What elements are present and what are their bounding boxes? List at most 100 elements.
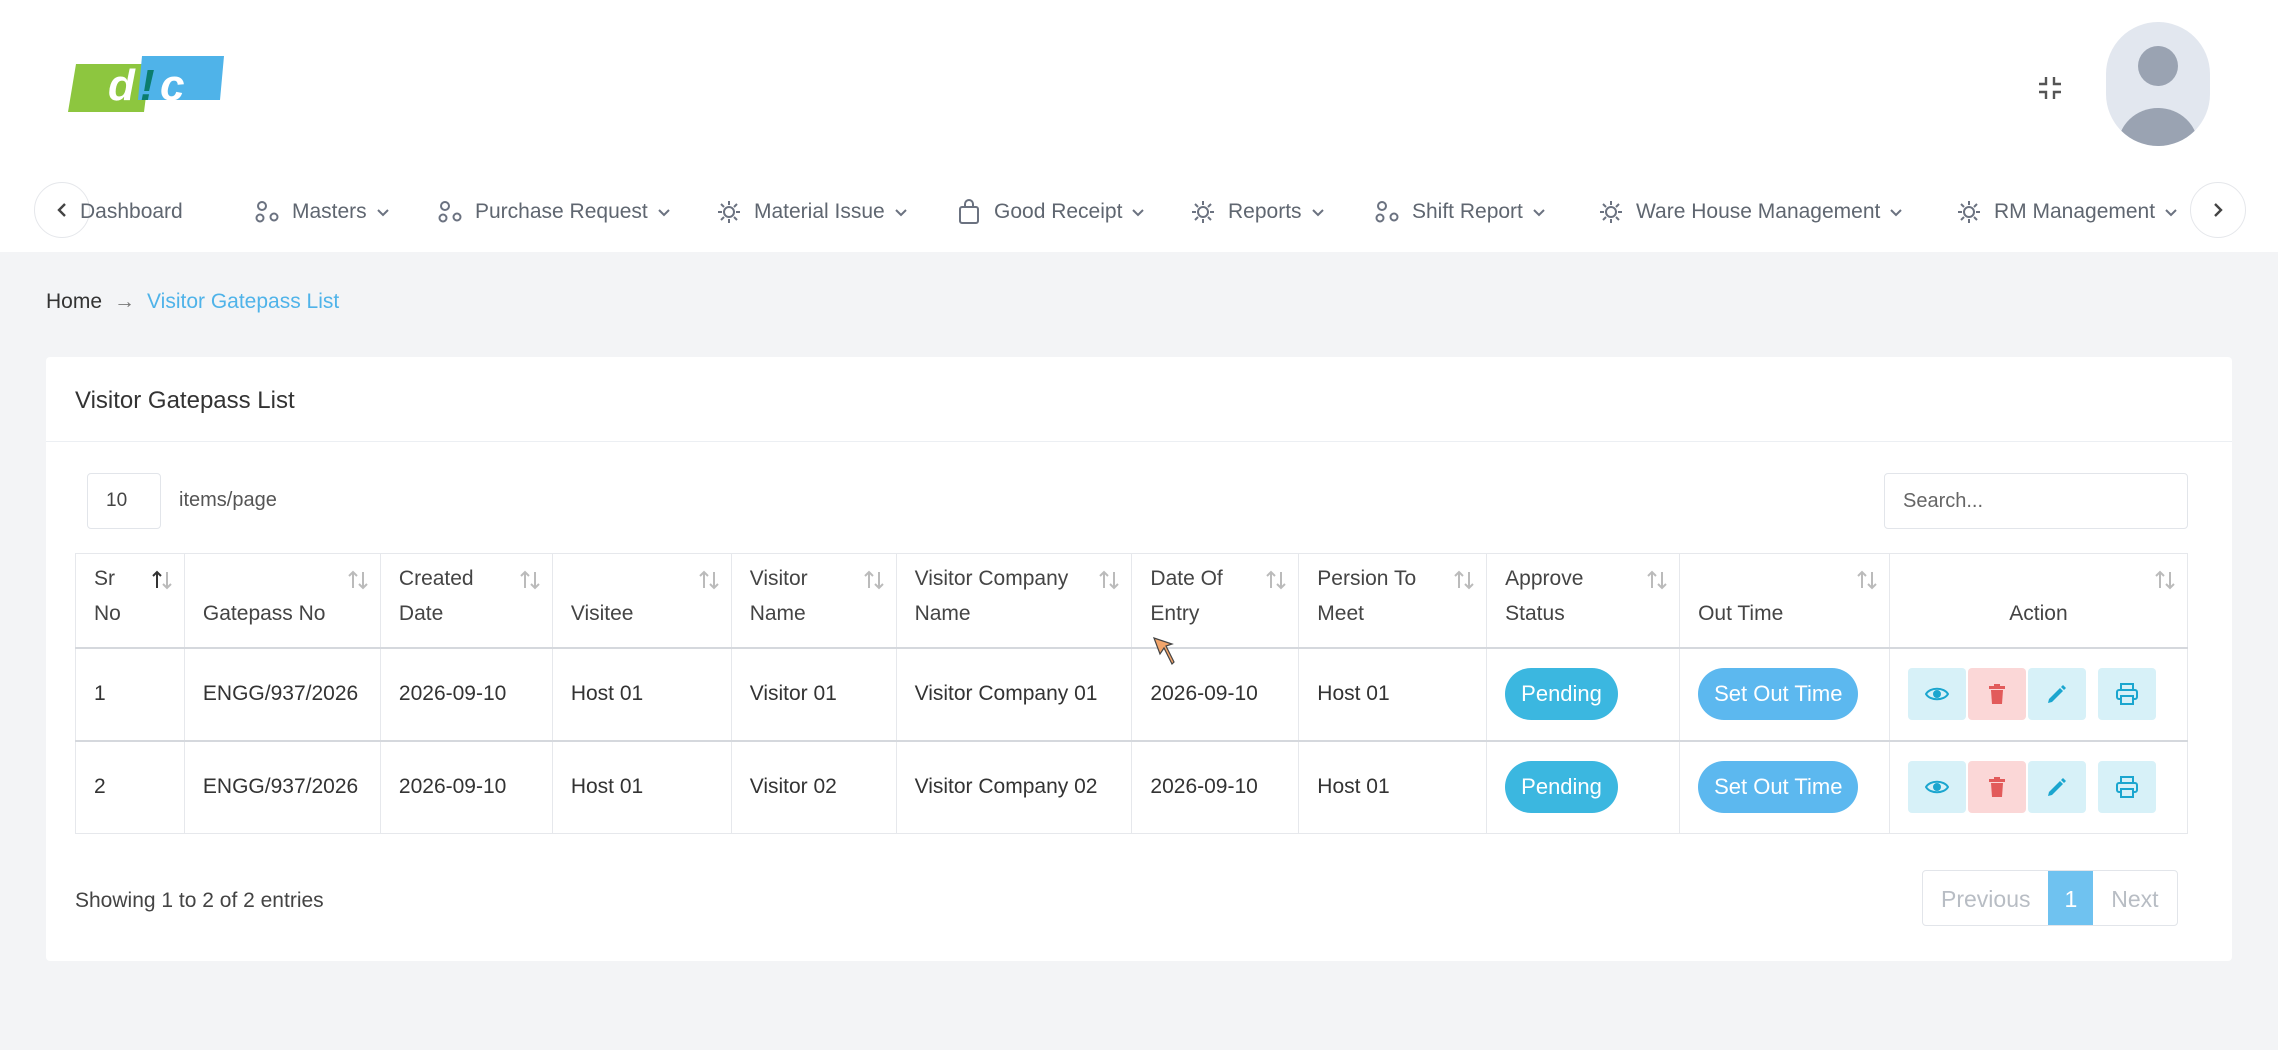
gear-icon xyxy=(1958,201,1980,223)
breadcrumb-separator: → xyxy=(114,290,136,313)
sort-icon xyxy=(698,570,719,590)
cell-date-of-entry: 2026-09-10 xyxy=(1131,739,1300,834)
previous-page-button[interactable]: Previous xyxy=(1923,871,2048,925)
nav-item-ware-house-management[interactable]: Ware House Management xyxy=(1598,194,1904,230)
column-header-out-time[interactable]: Out Time xyxy=(1679,553,1890,648)
eye-icon xyxy=(1924,687,1949,701)
cell-out-time: Set Out Time xyxy=(1679,739,1890,834)
breadcrumb-home-link[interactable]: Home xyxy=(46,290,102,314)
printer-icon xyxy=(2115,683,2138,705)
table-header-row: Sr No Gatepass No Created Date Visitee Vis… xyxy=(75,553,2189,648)
cell-sr-no: 1 xyxy=(75,646,185,741)
nodes-icon xyxy=(255,201,279,223)
items-per-page-select[interactable]: 10 xyxy=(87,473,161,529)
nav-item-dashboard[interactable]: Dashboard xyxy=(80,194,183,230)
cell-created-date: 2026-09-10 xyxy=(379,646,553,741)
eye-icon xyxy=(1924,781,1949,794)
nav-item-shift-report[interactable]: Shift Report xyxy=(1374,194,1547,230)
mouse-cursor-icon xyxy=(1152,637,1175,666)
set-out-time-button[interactable]: Set Out Time xyxy=(1698,761,1859,814)
column-header-visitor-company-name[interactable]: Visitor Company Name xyxy=(895,553,1133,648)
cell-visitor-name: Visitor 01 xyxy=(730,646,897,741)
nav-item-label: Dashboard xyxy=(80,200,183,223)
cell-visitor-company: Visitor Company 02 xyxy=(895,739,1133,834)
column-header-approve-status[interactable]: Approve Status xyxy=(1486,553,1681,648)
delete-button[interactable] xyxy=(1967,668,2026,720)
gear-icon xyxy=(1192,201,1214,223)
nav-item-label: Good Receipt xyxy=(994,200,1123,223)
nav-item-label: Material Issue xyxy=(754,200,885,223)
nav-item-good-receipt[interactable]: Good Receipt xyxy=(956,194,1146,230)
sort-icon xyxy=(348,570,368,590)
next-page-button[interactable]: Next xyxy=(2093,871,2176,925)
cell-created-date: 2026-09-10 xyxy=(379,739,553,834)
print-button[interactable] xyxy=(2097,761,2156,814)
breadcrumb-current: Visitor Gatepass List xyxy=(147,290,340,313)
page-1-button[interactable]: 1 xyxy=(2048,871,2094,925)
cell-approve-status: Pending xyxy=(1486,646,1681,741)
cell-visitee: Host 01 xyxy=(551,739,732,834)
nav-item-reports[interactable]: Reports xyxy=(1190,194,1326,230)
table-row: 2 ENGG/937/2026 2026-09-10 Host 01 Visit… xyxy=(75,739,2189,834)
view-button[interactable] xyxy=(1907,668,1966,720)
column-header-action[interactable]: Action xyxy=(1888,553,2189,648)
chevron-down-icon xyxy=(376,209,389,217)
sort-icon xyxy=(1454,570,1474,590)
pending-status-button[interactable]: Pending xyxy=(1505,668,1618,720)
nav-items: Dashboard Masters Purchase Request Mater… xyxy=(80,178,2180,246)
chevron-down-icon xyxy=(658,209,670,217)
column-header-created-date[interactable]: Created Date xyxy=(379,553,553,648)
svg-text:c: c xyxy=(160,61,184,110)
nav-scroll-right-button[interactable] xyxy=(2190,182,2246,238)
column-header-gatepass-no[interactable]: Gatepass No xyxy=(183,553,381,648)
breadcrumb: Home → Visitor Gatepass List xyxy=(46,290,339,314)
set-out-time-button[interactable]: Set Out Time xyxy=(1698,668,1859,720)
sort-icon xyxy=(2155,570,2175,590)
nav-item-masters[interactable]: Masters xyxy=(254,194,391,230)
card-title: Visitor Gatepass List xyxy=(75,387,295,414)
trash-icon xyxy=(1988,684,2005,704)
edit-button[interactable] xyxy=(2027,761,2086,814)
column-header-sr-no[interactable]: Sr No xyxy=(75,553,185,648)
gatepass-table: Sr No Gatepass No Created Date Visitee Vis… xyxy=(75,553,2189,834)
trash-icon xyxy=(1988,777,2005,798)
items-per-page-label: items/page xyxy=(179,489,277,511)
delete-button[interactable] xyxy=(1967,761,2026,814)
gear-icon xyxy=(718,201,740,223)
svg-text:!: ! xyxy=(140,61,155,110)
view-button[interactable] xyxy=(1907,761,1966,814)
nodes-icon xyxy=(1375,201,1399,223)
chevron-down-icon xyxy=(2165,209,2177,217)
column-header-visitor-name[interactable]: Visitor Name xyxy=(730,553,897,648)
pending-status-button[interactable]: Pending xyxy=(1505,761,1618,814)
sort-asc-icon xyxy=(152,570,172,590)
nav-item-rm-management[interactable]: RM Management xyxy=(1956,194,2179,230)
nav-item-material-issue[interactable]: Material Issue xyxy=(716,194,909,230)
chevron-down-icon xyxy=(1311,209,1324,217)
cell-gatepass-no: ENGG/937/2026 xyxy=(183,646,381,741)
cell-actions xyxy=(1888,739,2189,834)
search-input[interactable] xyxy=(1884,473,2188,529)
chevron-down-icon xyxy=(1533,209,1545,217)
column-header-person-to-meet[interactable]: Persion To Meet xyxy=(1298,553,1488,648)
chevron-right-icon xyxy=(2214,203,2223,217)
svg-text:d: d xyxy=(108,61,136,110)
nav-item-purchase-request[interactable]: Purchase Request xyxy=(437,194,672,230)
exit-fullscreen-button[interactable] xyxy=(2030,68,2070,108)
pencil-icon xyxy=(2047,778,2066,797)
printer-icon xyxy=(2115,776,2138,799)
user-avatar[interactable] xyxy=(2106,22,2210,146)
main-navigation: Dashboard Masters Purchase Request Mater… xyxy=(0,178,2278,246)
sort-icon xyxy=(1647,570,1667,590)
sort-icon xyxy=(520,570,540,590)
print-button[interactable] xyxy=(2097,668,2156,720)
cell-out-time: Set Out Time xyxy=(1679,646,1890,741)
chevron-down-icon xyxy=(1890,209,1903,217)
pagination: Previous 1 Next xyxy=(1922,870,2178,926)
column-header-date-of-entry[interactable]: Date Of Entry xyxy=(1131,553,1300,648)
edit-button[interactable] xyxy=(2027,668,2086,720)
company-logo[interactable]: d ! c xyxy=(68,56,224,112)
pencil-icon xyxy=(2047,685,2066,703)
column-header-visitee[interactable]: Visitee xyxy=(551,553,732,648)
top-header: d ! c Dashboard Masters Purchase Request… xyxy=(0,0,2278,252)
